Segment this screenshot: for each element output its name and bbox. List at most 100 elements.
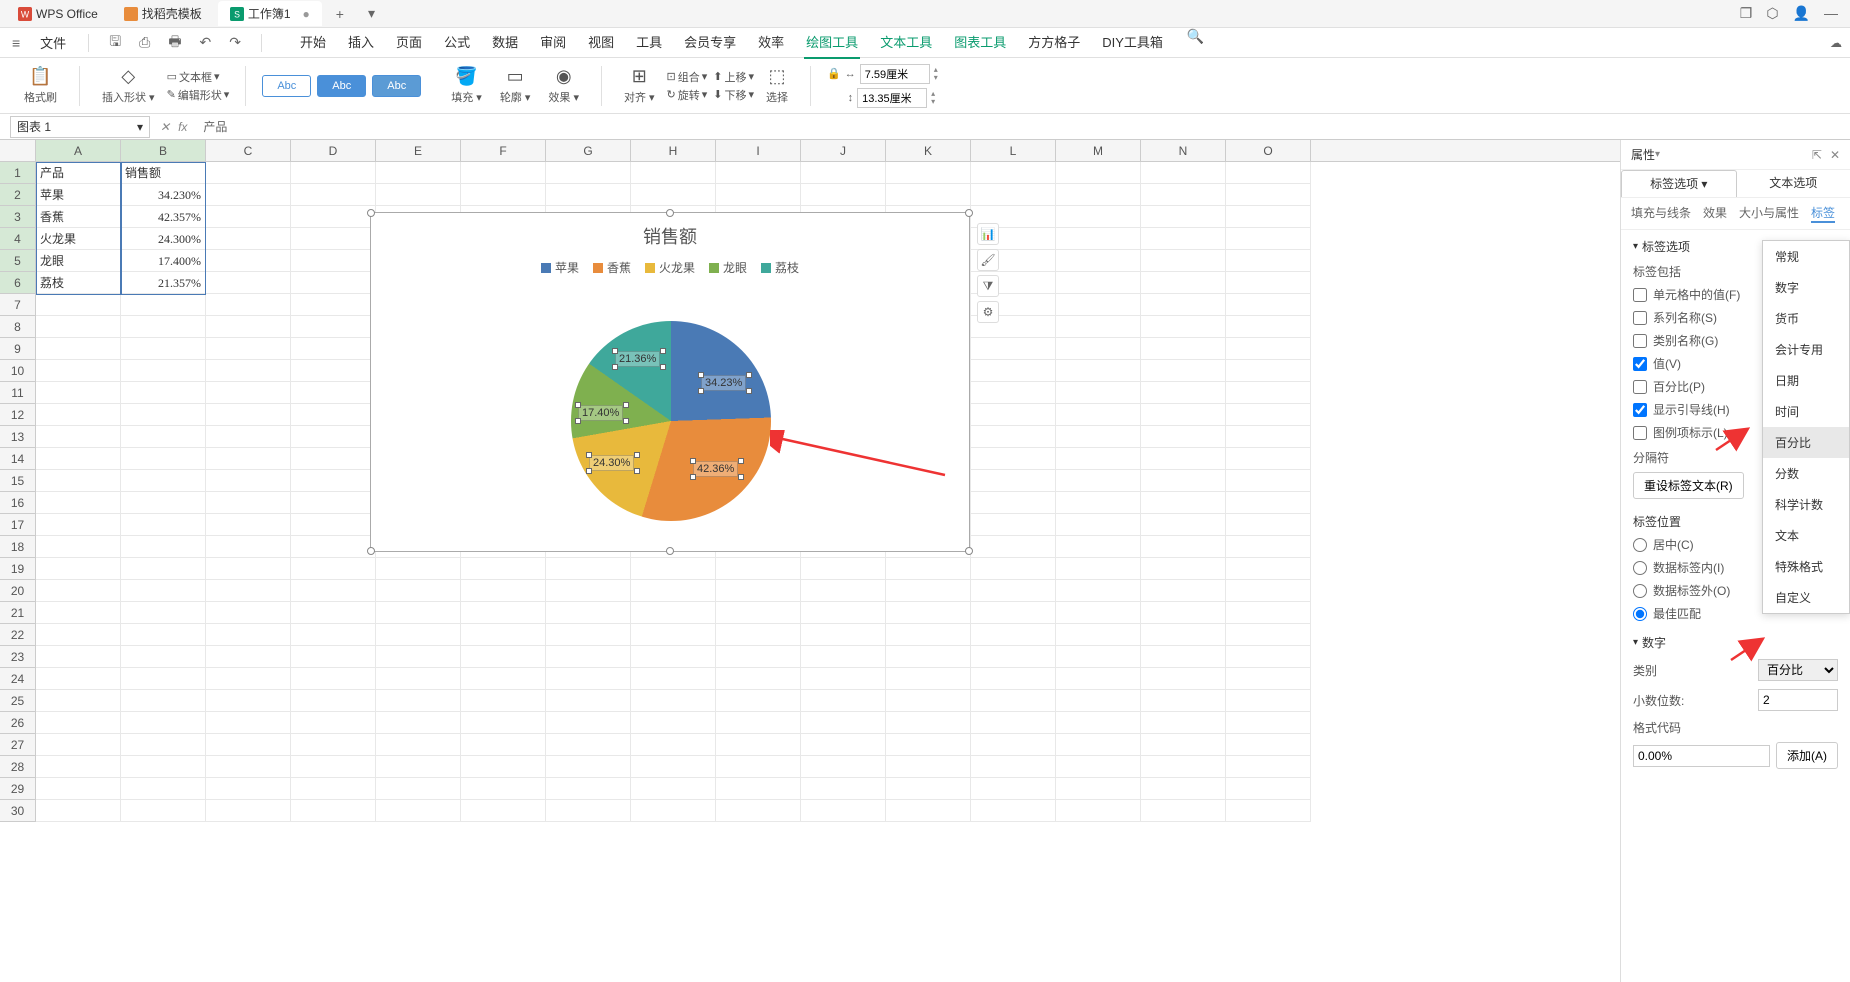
- cell[interactable]: [291, 316, 376, 338]
- cell[interactable]: [206, 734, 291, 756]
- cell[interactable]: [1056, 206, 1141, 228]
- cell[interactable]: [206, 206, 291, 228]
- cell[interactable]: [291, 250, 376, 272]
- legend-item[interactable]: 荔枝: [761, 259, 799, 276]
- row-header[interactable]: 23: [0, 646, 36, 668]
- cell[interactable]: [801, 756, 886, 778]
- cell[interactable]: [971, 338, 1056, 360]
- cell[interactable]: [36, 426, 121, 448]
- cell[interactable]: [801, 712, 886, 734]
- cell[interactable]: [631, 712, 716, 734]
- cell[interactable]: [1056, 338, 1141, 360]
- cell[interactable]: [1141, 536, 1226, 558]
- row-header[interactable]: 27: [0, 734, 36, 756]
- cell[interactable]: 产品: [36, 162, 121, 184]
- cell[interactable]: [1056, 646, 1141, 668]
- cell[interactable]: [461, 184, 546, 206]
- cell[interactable]: [461, 734, 546, 756]
- tab-label-options[interactable]: 标签选项 ▾: [1621, 170, 1737, 197]
- cell[interactable]: [376, 646, 461, 668]
- chart-container[interactable]: 销售额 苹果 香蕉 火龙果 龙眼 荔枝 34.23% 42.36% 24.30%: [370, 212, 970, 552]
- cell[interactable]: [886, 690, 971, 712]
- cell[interactable]: [461, 602, 546, 624]
- cell[interactable]: 龙眼: [36, 250, 121, 272]
- cell[interactable]: [36, 316, 121, 338]
- cell[interactable]: [291, 712, 376, 734]
- row-header[interactable]: 11: [0, 382, 36, 404]
- tab-data[interactable]: 数据: [490, 26, 520, 59]
- cell[interactable]: [376, 756, 461, 778]
- cell[interactable]: [376, 580, 461, 602]
- format-item-date[interactable]: 日期: [1763, 365, 1849, 396]
- cell[interactable]: [291, 602, 376, 624]
- cell[interactable]: [461, 580, 546, 602]
- cell[interactable]: [1226, 470, 1311, 492]
- col-header[interactable]: D: [291, 140, 376, 161]
- cell[interactable]: [1056, 690, 1141, 712]
- cell[interactable]: [631, 690, 716, 712]
- cell[interactable]: [1056, 162, 1141, 184]
- cell[interactable]: [1056, 316, 1141, 338]
- cell[interactable]: [291, 800, 376, 822]
- cell[interactable]: [886, 756, 971, 778]
- style-preset-2[interactable]: Abc: [317, 75, 366, 97]
- chevron-down-icon[interactable]: ▾: [137, 120, 143, 134]
- cell[interactable]: [1141, 272, 1226, 294]
- label-handle[interactable]: [623, 402, 629, 408]
- cell[interactable]: [376, 162, 461, 184]
- cell[interactable]: [1141, 382, 1226, 404]
- cell[interactable]: [376, 602, 461, 624]
- label-handle[interactable]: [738, 458, 744, 464]
- cell[interactable]: [376, 624, 461, 646]
- row-header[interactable]: 18: [0, 536, 36, 558]
- cell[interactable]: [716, 646, 801, 668]
- cell[interactable]: [461, 668, 546, 690]
- cell[interactable]: [1056, 360, 1141, 382]
- cell[interactable]: [1056, 778, 1141, 800]
- cell[interactable]: [886, 734, 971, 756]
- subtab-fill[interactable]: 填充与线条: [1631, 204, 1691, 223]
- cell[interactable]: [1056, 294, 1141, 316]
- cell[interactable]: [121, 360, 206, 382]
- undo-icon[interactable]: ↶: [196, 32, 216, 53]
- cell[interactable]: [1226, 514, 1311, 536]
- cell[interactable]: [121, 558, 206, 580]
- resize-handle[interactable]: [666, 209, 674, 217]
- cell[interactable]: [631, 734, 716, 756]
- row-header[interactable]: 22: [0, 624, 36, 646]
- label-handle[interactable]: [698, 372, 704, 378]
- cell[interactable]: [546, 162, 631, 184]
- cell[interactable]: [1141, 162, 1226, 184]
- legend-item[interactable]: 香蕉: [593, 259, 631, 276]
- cell[interactable]: [1226, 228, 1311, 250]
- cell[interactable]: [631, 580, 716, 602]
- close-panel-icon[interactable]: ✕: [1830, 148, 1840, 162]
- window-restore-icon[interactable]: ❐: [1740, 5, 1753, 22]
- cell[interactable]: [36, 624, 121, 646]
- col-header[interactable]: C: [206, 140, 291, 161]
- fill-button[interactable]: 🪣填充 ▾: [445, 64, 488, 107]
- cell[interactable]: [971, 734, 1056, 756]
- cell[interactable]: [1056, 712, 1141, 734]
- cell[interactable]: [716, 668, 801, 690]
- cell[interactable]: [36, 690, 121, 712]
- cell[interactable]: [206, 602, 291, 624]
- cell[interactable]: [461, 162, 546, 184]
- cell[interactable]: [376, 558, 461, 580]
- row-header[interactable]: 9: [0, 338, 36, 360]
- cell[interactable]: [631, 558, 716, 580]
- cell[interactable]: [886, 778, 971, 800]
- cell[interactable]: [1056, 668, 1141, 690]
- cell[interactable]: [1141, 206, 1226, 228]
- cell[interactable]: [461, 558, 546, 580]
- cell[interactable]: [1226, 646, 1311, 668]
- label-handle[interactable]: [586, 468, 592, 474]
- print-icon[interactable]: 🖶: [164, 29, 185, 57]
- cell[interactable]: [121, 536, 206, 558]
- cell[interactable]: [1141, 558, 1226, 580]
- cell[interactable]: [1226, 250, 1311, 272]
- cell[interactable]: [971, 646, 1056, 668]
- spreadsheet-area[interactable]: A B C D E F G H I J K L M N O 1产品销售额2苹果3…: [0, 140, 1620, 982]
- col-header[interactable]: J: [801, 140, 886, 161]
- cell[interactable]: [121, 514, 206, 536]
